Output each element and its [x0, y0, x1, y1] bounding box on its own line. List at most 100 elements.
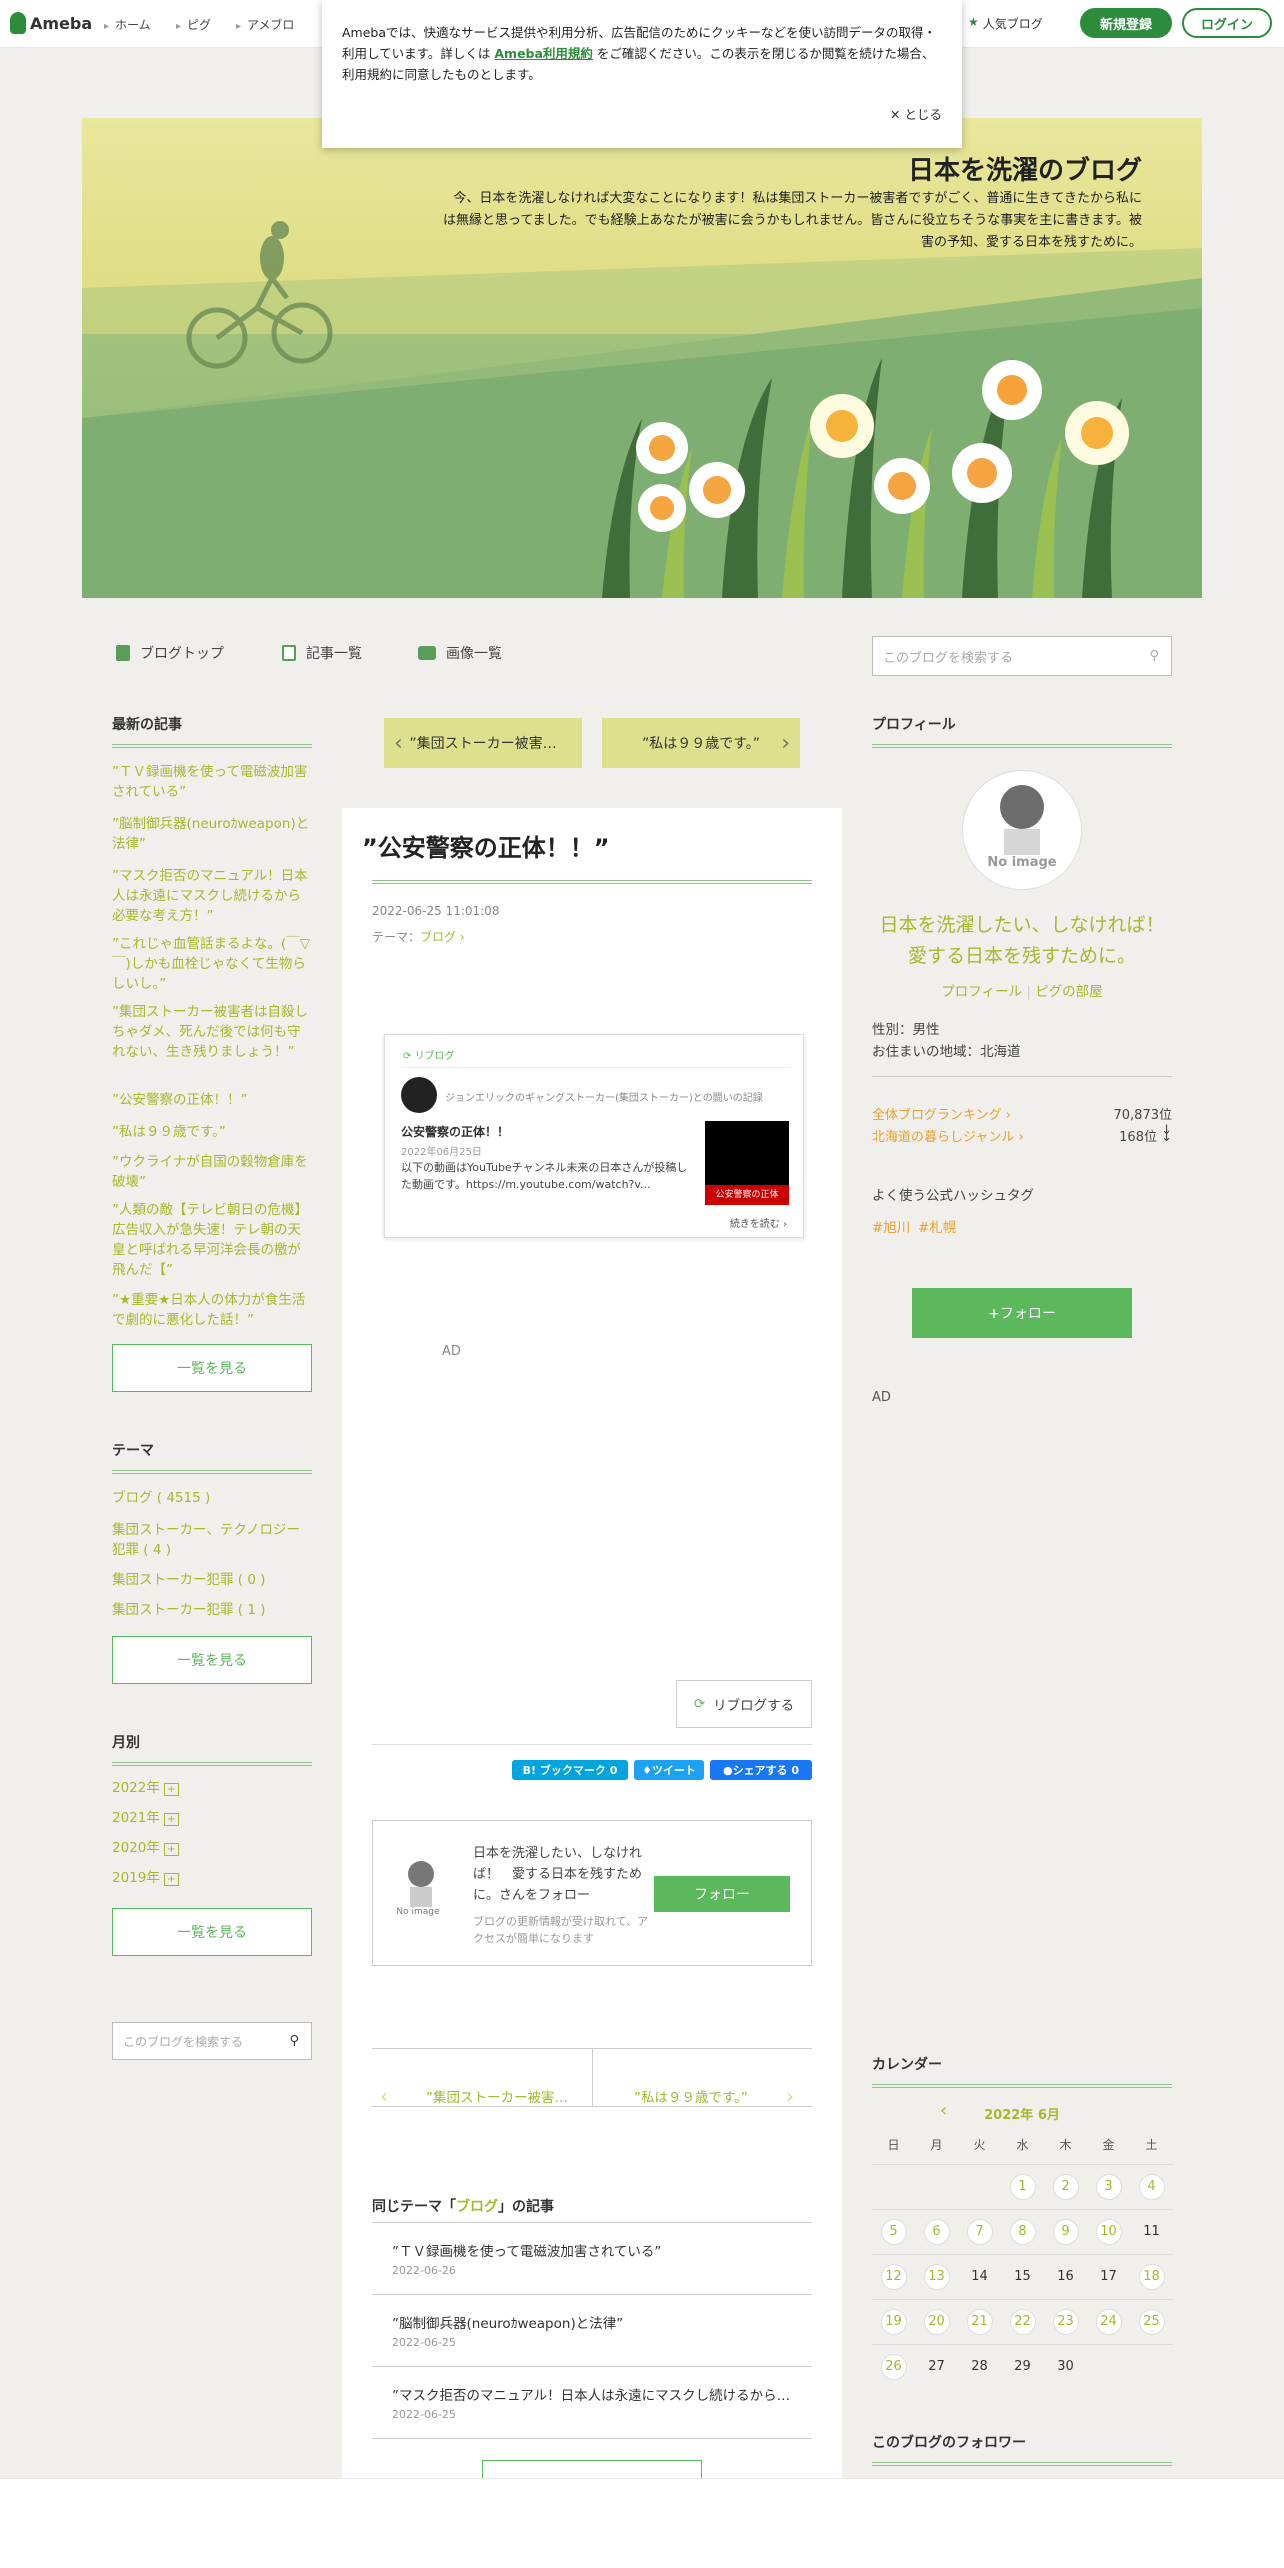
calendar-day-link[interactable]: 9: [1052, 2218, 1079, 2245]
subnav-blog-top[interactable]: ブログトップ: [116, 643, 224, 663]
recent-article-link[interactable]: ”マスク拒否のマニュアル！日本人は永遠にマスクし続けるから必要な考え方！”: [112, 866, 312, 926]
calendar-day[interactable]: 13: [915, 2254, 958, 2299]
login-button[interactable]: ログイン: [1182, 8, 1272, 38]
calendar-day-link[interactable]: 3: [1095, 2173, 1122, 2200]
calendar-day[interactable]: 3: [1087, 2164, 1130, 2209]
month-link[interactable]: 2020年 +: [112, 1838, 312, 1860]
hashtag-link[interactable]: #札幌: [918, 1216, 956, 1236]
calendar-day[interactable]: 10: [1087, 2209, 1130, 2254]
popular-blogs-link[interactable]: ★ 人気ブログ: [968, 15, 1043, 32]
calendar-day-link[interactable]: 2: [1052, 2173, 1079, 2200]
blog-search-input[interactable]: このブログを検索する ⚲: [872, 636, 1172, 676]
hatena-bookmark-button[interactable]: B! ブックマーク 0: [512, 1760, 628, 1780]
next-article-link[interactable]: ”私は９９歳です。”: [634, 2086, 748, 2106]
nav-ameblo[interactable]: アメブロ: [236, 16, 294, 33]
reblog-button[interactable]: ⟳ リブログする: [676, 1680, 812, 1728]
calendar-day[interactable]: 26: [872, 2344, 915, 2389]
expand-icon[interactable]: +: [164, 1783, 179, 1796]
calendar-day-link[interactable]: 22: [1009, 2308, 1036, 2335]
recent-article-link[interactable]: ”これじゃ血管話まるよな。(￣▽￣)しかも血栓じゃなくて生物らしいし。”: [112, 934, 312, 994]
calendar-day[interactable]: 18: [1130, 2254, 1173, 2299]
calendar-day-link[interactable]: 13: [923, 2263, 950, 2290]
recent-article-link[interactable]: ”★重要★日本人の体力が食生活で劇的に悪化した話！”: [112, 1290, 312, 1330]
next-article-button[interactable]: ”私は９９歳です。” ›: [602, 718, 800, 768]
related-article[interactable]: ”マスク拒否のマニュアル！日本人は永遠にマスクし続けるから… 2022-06-25: [392, 2384, 802, 2421]
calendar-day-link[interactable]: 7: [966, 2218, 993, 2245]
calendar-day-link[interactable]: 21: [966, 2308, 993, 2335]
nav-home[interactable]: ホーム: [104, 16, 151, 33]
subnav-images[interactable]: 画像一覧: [418, 643, 502, 663]
month-link[interactable]: 2019年 +: [112, 1868, 312, 1890]
profile-follow-button[interactable]: +フォロー: [912, 1288, 1132, 1338]
calendar-day[interactable]: 21: [958, 2299, 1001, 2344]
calendar-day-link[interactable]: 5: [880, 2218, 907, 2245]
calendar-day[interactable]: 19: [872, 2299, 915, 2344]
chevron-right-icon[interactable]: ›: [786, 2084, 794, 2108]
calendar-day[interactable]: 6: [915, 2209, 958, 2254]
expand-icon[interactable]: +: [164, 1843, 179, 1856]
tweet-button[interactable]: ♦ ツイート: [634, 1760, 704, 1780]
calendar-day-link[interactable]: 10: [1095, 2218, 1122, 2245]
pigg-room-link[interactable]: ピグの部屋: [1035, 984, 1103, 1000]
theme-link[interactable]: 集団ストーカー、テクノロジー犯罪 ( 4 ): [112, 1520, 312, 1560]
profile-name[interactable]: 日本を洗濯したい、しなければ！ 愛する日本を残すために。: [872, 910, 1172, 972]
facebook-share-button[interactable]: ● シェアする 0: [710, 1760, 812, 1780]
search-icon[interactable]: ⚲: [289, 2034, 299, 2049]
overall-ranking-link[interactable]: 全体ブログランキング ›: [872, 1104, 1011, 1123]
related-article[interactable]: ”ＴＶ録画機を使って電磁波加害されている” 2022-06-26: [392, 2240, 802, 2277]
nav-pigg[interactable]: ピグ: [176, 16, 211, 33]
calendar-day[interactable]: 12: [872, 2254, 915, 2299]
recent-article-link[interactable]: ”脳制御兵器(neuroｶweapon)と法律”: [112, 814, 312, 854]
calendar-day[interactable]: 8: [1001, 2209, 1044, 2254]
related-article[interactable]: ”脳制御兵器(neuroｶweapon)と法律” 2022-06-25: [392, 2312, 802, 2349]
cookie-close-button[interactable]: ✕ とじる: [890, 104, 942, 125]
theme-link[interactable]: ブログ ( 4515 ): [112, 1488, 312, 1508]
calendar-day[interactable]: 23: [1044, 2299, 1087, 2344]
calendar-day[interactable]: 25: [1130, 2299, 1173, 2344]
recent-article-link[interactable]: ”ウクライナが自国の穀物倉庫を破壊”: [112, 1152, 312, 1192]
genre-ranking-link[interactable]: 北海道の暮らしジャンル ›: [872, 1126, 1024, 1145]
sidebar-search-input[interactable]: このブログを検索する ⚲: [112, 2022, 312, 2060]
follow-button[interactable]: フォロー: [654, 1876, 790, 1912]
prev-article-link[interactable]: ”集団ストーカー被害…: [426, 2086, 568, 2106]
profile-avatar[interactable]: No image: [962, 770, 1082, 890]
ameba-logo[interactable]: Ameba: [10, 12, 92, 34]
calendar-day-link[interactable]: 24: [1095, 2308, 1122, 2335]
month-link[interactable]: 2021年 +: [112, 1808, 312, 1830]
recent-see-all-button[interactable]: 一覧を見る: [112, 1344, 312, 1392]
calendar-day-link[interactable]: 8: [1009, 2218, 1036, 2245]
recent-article-link[interactable]: ”公安警察の正体！！”: [112, 1090, 312, 1110]
hashtag-link[interactable]: #旭川: [872, 1216, 910, 1236]
recent-article-link[interactable]: ”集団ストーカー被害者は自殺しちゃダメ、死んだ後では何も守れない、生き残りましょ…: [112, 1002, 312, 1062]
month-link[interactable]: 2022年 +: [112, 1778, 312, 1800]
subnav-article-list[interactable]: 記事一覧: [282, 643, 362, 663]
calendar-day[interactable]: 7: [958, 2209, 1001, 2254]
expand-icon[interactable]: +: [164, 1813, 179, 1826]
calendar-day[interactable]: 4: [1130, 2164, 1173, 2209]
calendar-day[interactable]: 22: [1001, 2299, 1044, 2344]
calendar-day-link[interactable]: 18: [1138, 2263, 1165, 2290]
monthly-see-all-button[interactable]: 一覧を見る: [112, 1908, 312, 1956]
read-more-link[interactable]: 続きを読む ›: [730, 1215, 787, 1230]
recent-article-link[interactable]: ”人類の敵【テレビ朝日の危機】広告収入が急失速！テレ朝の天皇と呼ばれる早河洋会長…: [112, 1200, 312, 1280]
theme-link[interactable]: 集団ストーカー犯罪 ( 0 ): [112, 1570, 312, 1590]
calendar-day-link[interactable]: 26: [880, 2353, 907, 2380]
calendar-day-link[interactable]: 20: [923, 2308, 950, 2335]
recent-article-link[interactable]: ”私は９９歳です。”: [112, 1122, 312, 1142]
article-theme-link[interactable]: ブログ: [420, 930, 456, 944]
calendar-day[interactable]: 9: [1044, 2209, 1087, 2254]
signup-button[interactable]: 新規登録: [1080, 8, 1172, 38]
related-theme-link[interactable]: ブログ: [456, 2199, 498, 2215]
calendar-day-link[interactable]: 19: [880, 2308, 907, 2335]
calendar-day-link[interactable]: 1: [1009, 2173, 1036, 2200]
chevron-left-icon[interactable]: ‹: [380, 2084, 388, 2108]
reblog-card[interactable]: ⟳ リブログ ジョンエリックのギャングストーカー(集団ストーカー)との闘いの記録…: [384, 1034, 804, 1238]
prev-article-button[interactable]: ‹ ”集団ストーカー被害…: [384, 718, 582, 768]
calendar-day-link[interactable]: 25: [1138, 2308, 1165, 2335]
blog-title[interactable]: 日本を洗濯のブログ: [908, 150, 1142, 187]
calendar-day-link[interactable]: 6: [923, 2218, 950, 2245]
calendar-day-link[interactable]: 23: [1052, 2308, 1079, 2335]
calendar-day[interactable]: 2: [1044, 2164, 1087, 2209]
recent-article-link[interactable]: ”ＴＶ録画機を使って電磁波加害されている”: [112, 762, 312, 802]
expand-icon[interactable]: +: [164, 1873, 179, 1886]
